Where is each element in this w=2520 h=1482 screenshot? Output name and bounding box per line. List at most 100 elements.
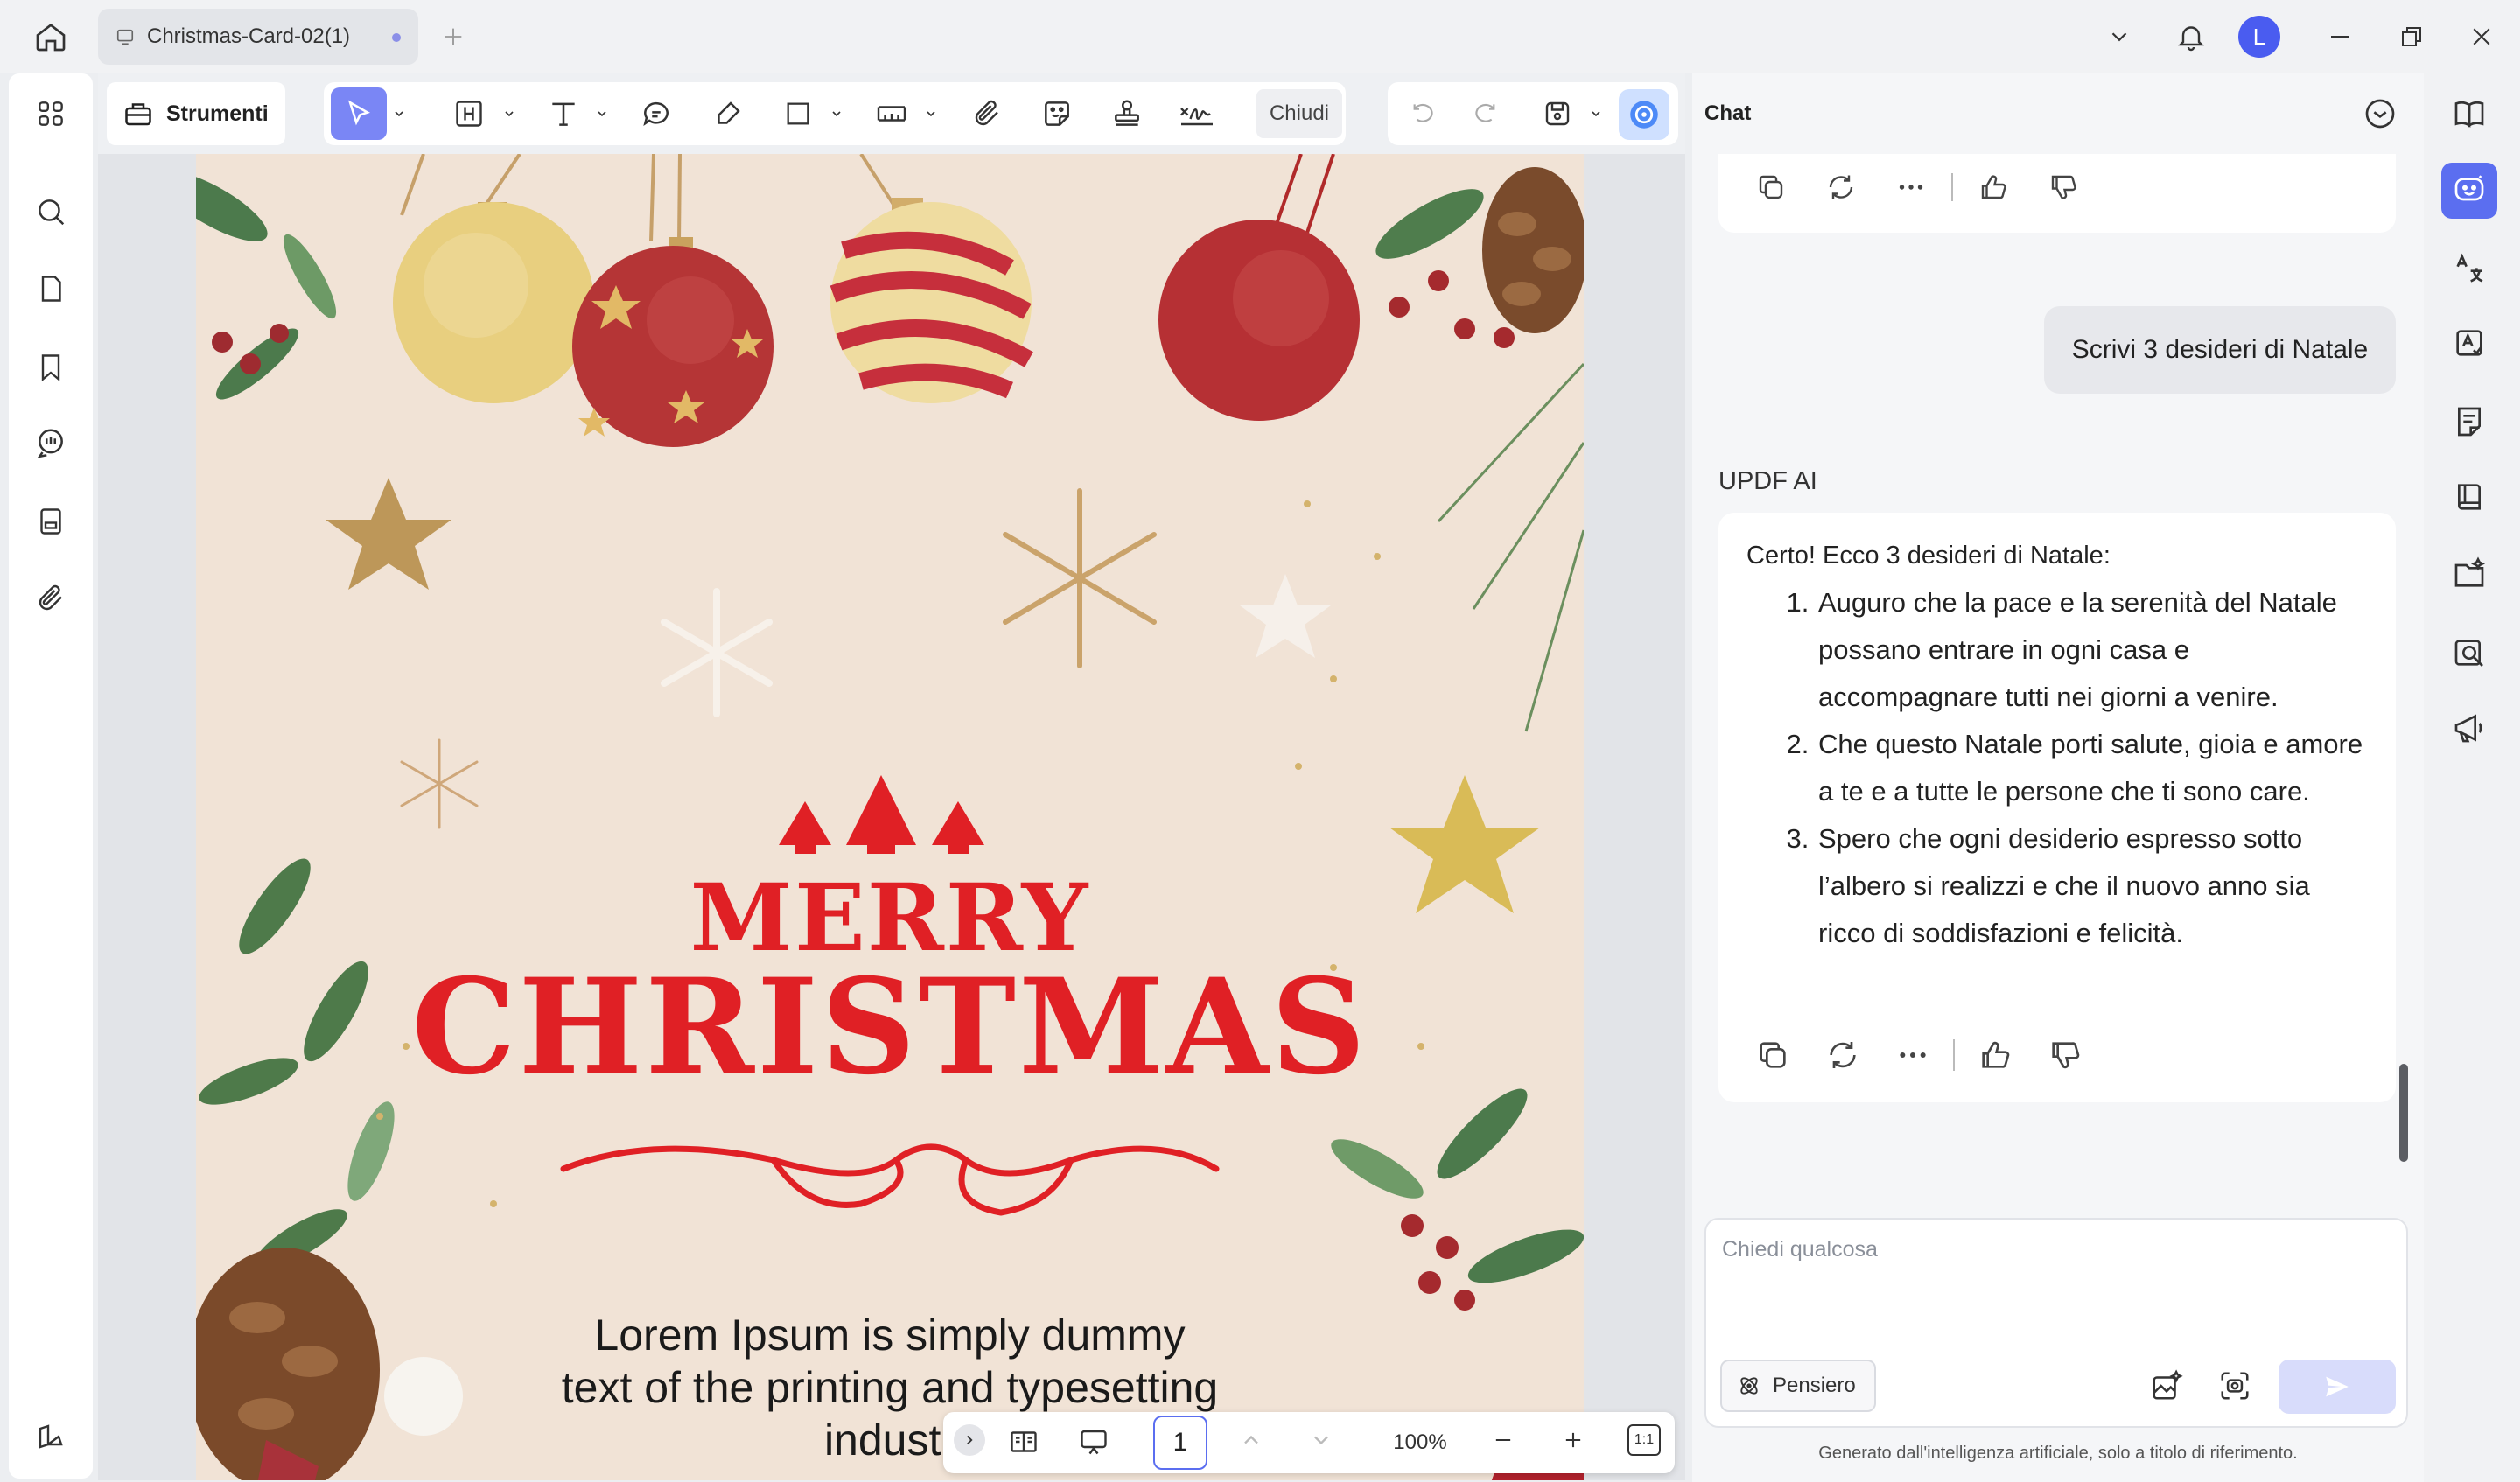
bell-icon[interactable] (2172, 17, 2210, 56)
measure-dropdown-icon[interactable] (920, 101, 942, 126)
ai-message: Certo! Ecco 3 desideri di Natale: Auguro… (1718, 513, 2396, 1102)
highlight-dropdown-icon[interactable] (499, 101, 520, 126)
text-tool-icon[interactable] (542, 93, 584, 135)
layers-icon[interactable] (30, 1416, 72, 1458)
christmas-card-artwork (196, 154, 1584, 1480)
translate-icon[interactable] (2446, 247, 2492, 292)
ai-chat-icon[interactable] (2441, 163, 2497, 219)
regenerate-icon[interactable] (1825, 1038, 1860, 1073)
tools-label: Strumenti (166, 101, 269, 126)
search-icon[interactable] (30, 191, 72, 233)
ai-assistant-icon[interactable] (1619, 89, 1670, 140)
pencil-tool-icon[interactable] (707, 93, 749, 135)
presentation-icon[interactable] (1074, 1423, 1113, 1461)
wishes-list: Auguro che la pace e la serenità del Nat… (1816, 579, 2368, 957)
summarize-icon[interactable] (2446, 399, 2492, 444)
list-item: Spero che ogni desiderio espresso sotto … (1816, 815, 2368, 957)
toolbox-icon (125, 103, 151, 126)
select-tool-icon[interactable] (331, 87, 387, 140)
document-tab-icon (116, 29, 134, 45)
list-item: Auguro che la pace e la serenità del Nat… (1816, 579, 2368, 721)
attachment-icon[interactable] (30, 577, 72, 619)
comment-tool-icon[interactable] (635, 93, 677, 135)
zoom-out-icon[interactable] (1486, 1423, 1521, 1458)
more-icon[interactable] (1895, 1038, 1930, 1073)
ai-sender-label: UPDF AI (1718, 467, 1817, 495)
image-generate-icon[interactable] (2146, 1365, 2188, 1407)
list-item: Che questo Natale porti salute, gioia e … (1816, 721, 2368, 815)
atom-icon (1740, 1377, 1758, 1395)
thumbs-up-icon[interactable] (1978, 171, 2009, 203)
thumbnails-icon[interactable] (30, 93, 72, 135)
select-dropdown-icon[interactable] (388, 101, 410, 126)
folder-icon[interactable] (2446, 551, 2492, 597)
tools-button[interactable]: Strumenti (107, 82, 285, 145)
chat-title: Chat (1704, 101, 1752, 125)
chevron-down-icon[interactable] (2102, 19, 2137, 54)
form-icon[interactable] (30, 500, 72, 542)
home-icon[interactable] (30, 17, 72, 56)
sticker-icon[interactable] (1036, 93, 1078, 135)
document-tab-title: Christmas-Card-02(1) (147, 24, 351, 48)
reading-mode-icon[interactable] (1004, 1423, 1043, 1461)
comments-icon[interactable] (30, 422, 72, 464)
copy-icon[interactable] (1755, 1038, 1790, 1073)
thinking-mode-label: Pensiero (1773, 1374, 1856, 1397)
user-message: Scrivi 3 desideri di Natale (2044, 306, 2396, 394)
rectangle-tool-icon[interactable] (777, 93, 819, 135)
card-text-line-1: Lorem Ipsum is simply dummy (594, 1311, 1186, 1360)
avatar[interactable]: L (2238, 16, 2280, 58)
history-icon[interactable] (2359, 93, 2401, 135)
page-number-input[interactable]: 1 (1153, 1416, 1208, 1470)
stamp-icon[interactable] (1106, 93, 1148, 135)
save-dropdown-icon[interactable] (1586, 101, 1606, 126)
previous-message-actions (1755, 171, 2079, 203)
dictionary-icon[interactable] (2446, 474, 2492, 520)
unsaved-indicator (392, 33, 401, 42)
paperclip-icon[interactable] (966, 93, 1008, 135)
inspect-icon[interactable] (2446, 630, 2492, 675)
regenerate-icon[interactable] (1825, 171, 1857, 203)
close-window-icon[interactable] (2464, 19, 2499, 54)
zoom-in-icon[interactable] (1556, 1423, 1591, 1458)
restore-icon[interactable] (2394, 19, 2429, 54)
ai-disclaimer: Generato dall'intelligenza artificiale, … (1818, 1444, 2298, 1463)
pdf-page[interactable]: MERRY CHRISTMAS Lorem Ipsum is simply du… (196, 154, 1584, 1480)
zoom-level[interactable]: 100% (1381, 1419, 1460, 1466)
chat-scrollbar[interactable] (2399, 1064, 2408, 1162)
next-page-icon[interactable] (1304, 1423, 1339, 1458)
thinking-mode-button[interactable]: Pensiero (1720, 1360, 1876, 1412)
minimize-icon[interactable] (2322, 19, 2357, 54)
signature-icon[interactable] (1172, 93, 1222, 135)
collapse-chevron-icon[interactable] (954, 1424, 985, 1456)
new-tab-icon[interactable] (438, 21, 469, 52)
shape-dropdown-icon[interactable] (826, 101, 847, 126)
thumbs-up-icon[interactable] (1978, 1038, 2012, 1073)
send-icon (2326, 1376, 2348, 1397)
highlight-tool-icon[interactable] (450, 93, 488, 135)
previous-page-icon[interactable] (1234, 1423, 1269, 1458)
book-icon[interactable] (2446, 91, 2492, 136)
redo-icon[interactable] (1466, 94, 1505, 133)
undo-icon[interactable] (1404, 94, 1442, 133)
thumbs-down-icon[interactable] (2048, 1038, 2082, 1073)
ai-message-actions (1755, 1038, 2082, 1073)
ai-message-intro: Certo! Ecco 3 desideri di Natale: (1746, 542, 2110, 570)
measure-tool-icon[interactable] (870, 93, 914, 135)
more-icon[interactable] (1895, 171, 1927, 203)
screenshot-icon[interactable] (2214, 1365, 2256, 1407)
close-tool-button[interactable]: Chiudi (1256, 89, 1342, 138)
save-icon[interactable] (1536, 93, 1578, 135)
copy-icon[interactable] (1755, 171, 1787, 203)
document-tab[interactable]: Christmas-Card-02(1) (98, 9, 418, 65)
text-dropdown-icon[interactable] (592, 101, 612, 126)
megaphone-icon[interactable] (2446, 705, 2492, 751)
send-button[interactable] (2278, 1360, 2396, 1414)
bookmark-icon[interactable] (30, 346, 72, 388)
christmas-heading: CHRISTMAS (411, 950, 1368, 1104)
page-icon[interactable] (30, 268, 72, 310)
ocr-icon[interactable] (2446, 320, 2492, 366)
chat-input-placeholder[interactable]: Chiedi qualcosa (1722, 1237, 1878, 1262)
actual-size-button[interactable]: 1:1 (1628, 1424, 1661, 1456)
thumbs-down-icon[interactable] (2048, 171, 2079, 203)
